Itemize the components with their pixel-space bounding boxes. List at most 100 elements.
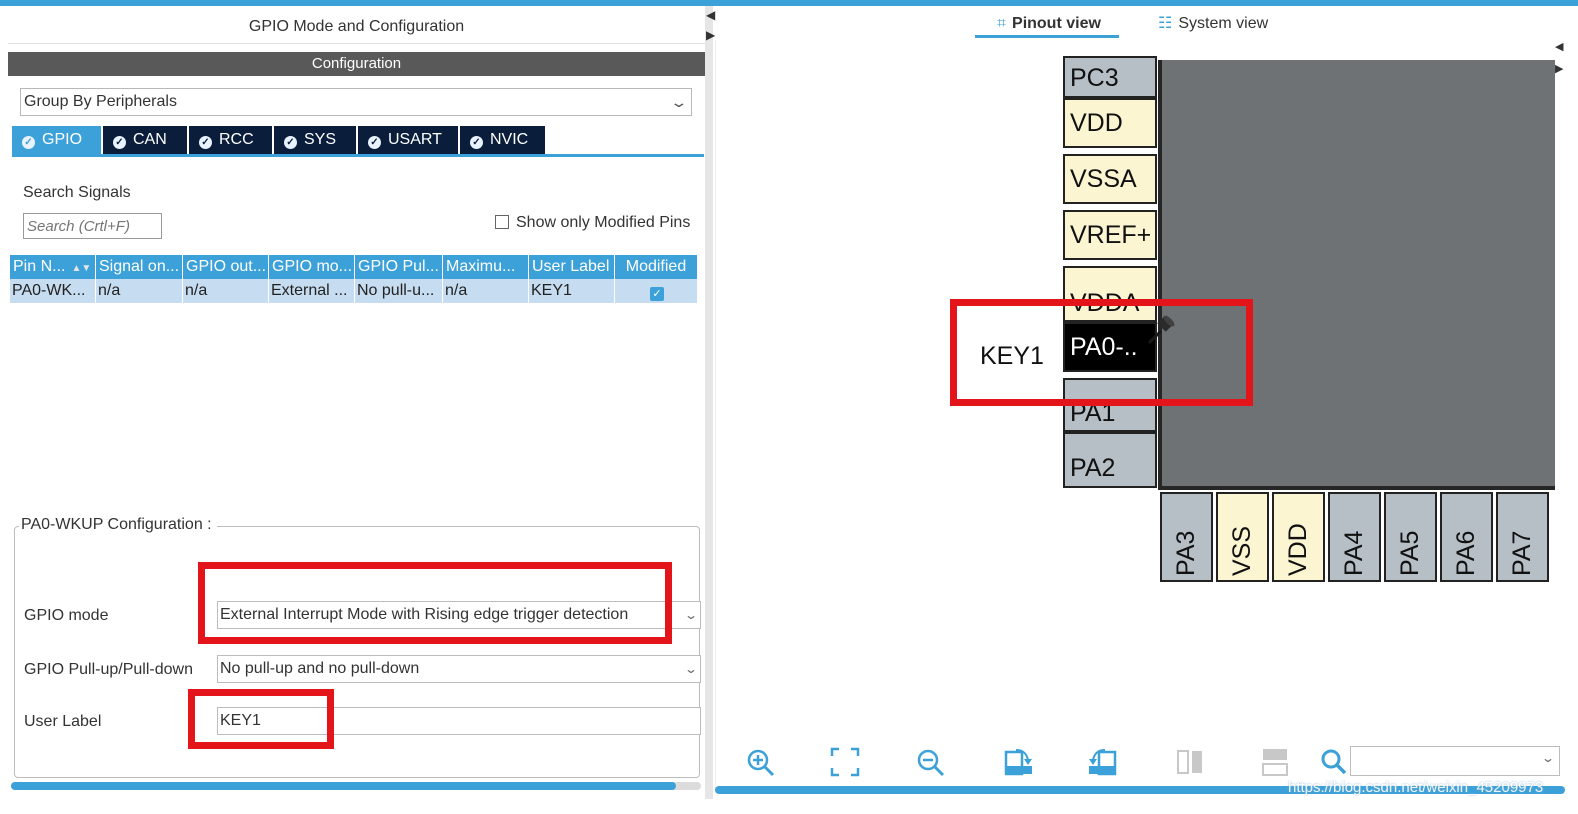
- collapse-left-icon[interactable]: ◀: [706, 8, 715, 22]
- zoom-out-icon[interactable]: [914, 746, 946, 778]
- show-modified-checkbox[interactable]: [495, 215, 509, 229]
- collapse-up-icon[interactable]: ◀: [1555, 40, 1563, 53]
- cell-gpio-pull: No pull-u...: [355, 279, 443, 303]
- gpio-pull-select[interactable]: No pull-up and no pull-down ⌄: [217, 655, 701, 683]
- pin-pa0[interactable]: PA0-..: [1063, 322, 1157, 372]
- tab-gpio[interactable]: ✓ GPIO: [12, 126, 103, 154]
- col-pin-name[interactable]: Pin N... ▲▼: [10, 255, 96, 279]
- check-circle-icon: ✓: [113, 136, 126, 149]
- pin-search-input[interactable]: ⌄: [1350, 746, 1560, 776]
- tab-rcc[interactable]: ✓ RCC: [189, 126, 274, 154]
- tabs-underline: [12, 154, 704, 157]
- pin-vssa[interactable]: VSSA: [1063, 154, 1157, 204]
- check-circle-icon: ✓: [199, 136, 212, 149]
- peripheral-tabs: ✓ GPIO ✓ CAN ✓ RCC ✓ SYS ✓ USART ✓ NVIC: [12, 126, 704, 154]
- pin-user-label: KEY1: [980, 342, 1044, 370]
- col-gpio-output[interactable]: GPIO out...: [183, 255, 269, 279]
- pin-vdd-bottom[interactable]: VDD: [1272, 492, 1325, 582]
- left-horizontal-scrollbar[interactable]: [11, 782, 701, 790]
- tab-system-view[interactable]: ☷ System view: [1158, 12, 1268, 38]
- zoom-in-icon[interactable]: [744, 746, 776, 778]
- flip-vertical-icon[interactable]: [1174, 746, 1206, 778]
- chevron-down-icon: ⌄: [683, 662, 699, 676]
- col-gpio-pull[interactable]: GPIO Pul...: [355, 255, 443, 279]
- pinout-toolbar: ⌄: [740, 740, 1570, 784]
- pin-pa4[interactable]: PA4: [1328, 492, 1381, 582]
- col-signal[interactable]: Signal on...: [96, 255, 183, 279]
- cell-user-label: KEY1: [529, 279, 615, 303]
- tab-nvic[interactable]: ✓ NVIC: [460, 126, 547, 154]
- show-modified-option[interactable]: Show only Modified Pins: [495, 213, 690, 233]
- cell-pin-name: PA0-WK...: [10, 279, 96, 303]
- table-row[interactable]: PA0-WK... n/a n/a External ... No pull-u…: [10, 279, 698, 303]
- pin-pa1[interactable]: PA1: [1063, 378, 1157, 432]
- chevron-down-icon: ⌄: [1540, 751, 1556, 765]
- scrollbar-thumb[interactable]: [11, 782, 676, 790]
- pin-configuration-group: PA0-WKUP Configuration : GPIO mode Exter…: [14, 516, 701, 778]
- cell-maximum: n/a: [443, 279, 529, 303]
- col-user-label[interactable]: User Label: [529, 255, 615, 279]
- check-circle-icon: ✓: [470, 136, 483, 149]
- col-modified[interactable]: Modified: [615, 255, 698, 279]
- gpio-mode-value: External Interrupt Mode with Rising edge…: [220, 606, 629, 623]
- tab-can[interactable]: ✓ CAN: [103, 126, 189, 154]
- pushpin-icon: [1147, 315, 1175, 345]
- pin-table: Pin N... ▲▼ Signal on... GPIO out... GPIO…: [10, 255, 698, 303]
- pin-pa7[interactable]: PA7: [1496, 492, 1549, 582]
- gpio-config-panel: GPIO Mode and Configuration Configuratio…: [8, 6, 705, 799]
- pin-configuration-title: PA0-WKUP Configuration :: [19, 516, 217, 534]
- sort-icon: ▲▼: [71, 263, 92, 274]
- user-label-label: User Label: [24, 713, 102, 730]
- expand-right-icon[interactable]: ▶: [706, 28, 715, 42]
- checkmark-icon[interactable]: ✓: [650, 287, 664, 301]
- pin-vdda[interactable]: VDDA: [1063, 266, 1157, 322]
- check-circle-icon: ✓: [284, 136, 297, 149]
- mcu-chip-body: [1158, 60, 1558, 490]
- tab-sys[interactable]: ✓ SYS: [274, 126, 358, 154]
- table-header: Pin N... ▲▼ Signal on... GPIO out... GPIO…: [10, 255, 698, 279]
- pin-vss[interactable]: VSS: [1216, 492, 1269, 582]
- pin-pa2[interactable]: PA2: [1063, 432, 1157, 488]
- panel-splitter[interactable]: ◀ ▶: [705, 6, 715, 799]
- gpio-mode-select[interactable]: External Interrupt Mode with Rising edge…: [217, 601, 701, 629]
- search-signals-label: Search Signals: [23, 184, 131, 201]
- group-by-select[interactable]: Group By Peripherals ⌄: [20, 88, 692, 116]
- configuration-header: Configuration: [8, 52, 705, 76]
- gpio-pull-label: GPIO Pull-up/Pull-down: [24, 661, 193, 678]
- user-label-value: KEY1: [220, 712, 261, 729]
- cell-signal: n/a: [96, 279, 183, 303]
- grid-icon: ☷: [1158, 15, 1173, 32]
- pin-pa3[interactable]: PA3: [1160, 492, 1213, 582]
- expand-icon[interactable]: ▶: [1555, 62, 1563, 75]
- chevron-down-icon: ⌄: [683, 608, 699, 622]
- right-vertical-scrollbar[interactable]: ◀ ▶: [1555, 40, 1564, 780]
- cell-gpio-output: n/a: [183, 279, 269, 303]
- rotate-right-icon[interactable]: [1002, 746, 1034, 778]
- stm32cubemx-window: GPIO Mode and Configuration Configuratio…: [0, 0, 1578, 814]
- pin-vdd[interactable]: VDD: [1063, 98, 1157, 148]
- group-by-value: Group By Peripherals: [24, 93, 177, 110]
- tab-usart[interactable]: ✓ USART: [358, 126, 460, 154]
- fit-to-screen-icon[interactable]: [829, 746, 861, 778]
- cell-modified[interactable]: ✓: [615, 279, 698, 303]
- chevron-down-icon: ⌄: [669, 94, 689, 110]
- search-signals-input[interactable]: [23, 213, 162, 239]
- pin-pc3[interactable]: PC3: [1063, 56, 1157, 98]
- cell-gpio-mode: External ...: [269, 279, 355, 303]
- gpio-mode-label: GPIO mode: [24, 607, 109, 624]
- gpio-pull-value: No pull-up and no pull-down: [220, 660, 420, 677]
- watermark-text: https://blog.csdn.net/weixin_45209973: [1288, 779, 1544, 796]
- col-maximum[interactable]: Maximu...: [443, 255, 529, 279]
- search-icon[interactable]: [1318, 746, 1350, 778]
- pin-pa6[interactable]: PA6: [1440, 492, 1493, 582]
- check-circle-icon: ✓: [368, 136, 381, 149]
- panel-title: GPIO Mode and Configuration: [8, 10, 705, 44]
- tab-pinout-view[interactable]: ⌗ Pinout view: [975, 12, 1119, 38]
- flip-horizontal-icon[interactable]: [1259, 746, 1291, 778]
- user-label-input[interactable]: KEY1: [217, 707, 701, 735]
- chip-icon: ⌗: [997, 15, 1007, 32]
- col-gpio-mode[interactable]: GPIO mo...: [269, 255, 355, 279]
- pin-pa5[interactable]: PA5: [1384, 492, 1437, 582]
- rotate-left-icon[interactable]: [1087, 746, 1119, 778]
- pin-vref-plus[interactable]: VREF+: [1063, 210, 1157, 260]
